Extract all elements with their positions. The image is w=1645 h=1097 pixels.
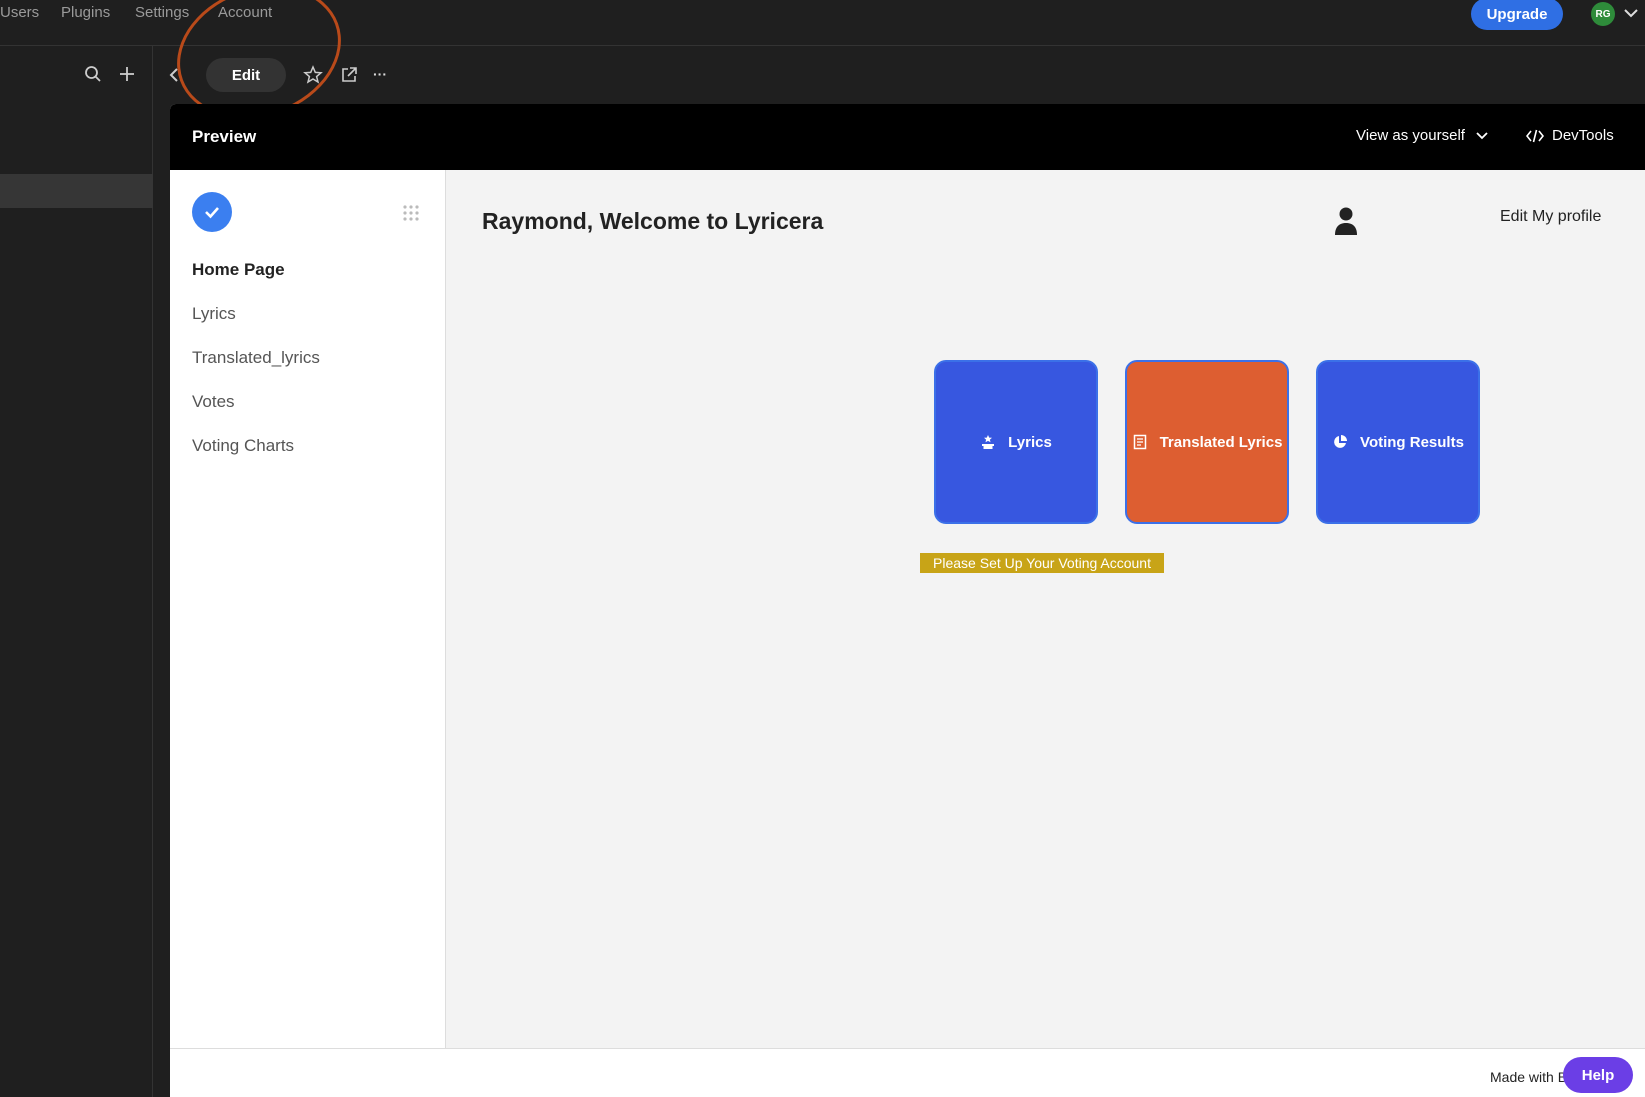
tile-lyrics[interactable]: Lyrics [934,360,1098,524]
tile-voting-results[interactable]: Voting Results [1316,360,1480,524]
page-title: Raymond, Welcome to Lyricera [482,208,824,234]
setup-voting-banner[interactable]: Please Set Up Your Voting Account [920,553,1164,573]
app-sidebar: Home Page Lyrics Translated_lyrics Votes… [170,170,446,1048]
preview-footer: Made with B Help [170,1048,1645,1097]
tile-translated-lyrics[interactable]: Translated Lyrics [1125,360,1289,524]
made-with-label[interactable]: Made with B [1490,1069,1567,1085]
upgrade-button[interactable]: Upgrade [1471,0,1563,30]
chevron-down-icon [1476,131,1488,139]
devtools-button[interactable]: DevTools [1526,127,1614,144]
checkmark-icon [205,207,219,219]
nav-item-votes[interactable]: Votes [192,392,235,412]
nav-account[interactable]: Account [218,4,272,21]
help-button[interactable]: Help [1563,1057,1633,1093]
nav-users[interactable]: Users [0,4,39,21]
nav-item-lyrics[interactable]: Lyrics [192,304,236,324]
preview-title: Preview [192,127,257,146]
more-options-icon[interactable]: ··· [373,66,391,84]
back-arrow-icon[interactable] [167,66,185,84]
pie-chart-icon [1334,435,1348,448]
editor-toolbar: Edit ··· [153,46,1645,104]
nav-item-home-page[interactable]: Home Page [192,260,285,280]
tile-label: Voting Results [1360,433,1464,451]
nav-plugins[interactable]: Plugins [61,4,110,21]
nav-item-voting-charts[interactable]: Voting Charts [192,436,294,456]
editor-sidebar [0,46,153,1097]
edit-button[interactable]: Edit [206,58,286,92]
view-as-dropdown[interactable]: View as yourself [1356,127,1489,144]
tile-label: Lyrics [1008,433,1052,451]
preview-header: Preview View as yourself DevTools [170,104,1645,170]
star-icon[interactable] [303,65,323,85]
external-link-icon[interactable] [340,66,358,84]
edit-profile-link[interactable]: Edit My profile [1500,208,1601,226]
tile-label: Translated Lyrics [1159,433,1283,451]
sidebar-selected-item[interactable] [0,174,153,208]
avatar[interactable]: RG [1591,2,1615,26]
main-content: Raymond, Welcome to Lyricera Edit My pro… [446,170,1645,1048]
preview-frame: Preview View as yourself DevTools Home P… [170,104,1645,1097]
nav-settings[interactable]: Settings [135,4,189,21]
app-logo[interactable] [192,192,232,232]
user-icon[interactable] [1333,206,1359,236]
code-icon [1526,129,1544,142]
top-nav: Users Plugins Settings Account Upgrade R… [0,0,1645,46]
devtools-label: DevTools [1552,127,1614,144]
apps-grid-icon[interactable] [402,204,420,222]
view-as-label: View as yourself [1356,127,1465,144]
search-icon[interactable] [84,65,102,83]
document-list-icon [1133,434,1146,450]
chevron-down-icon[interactable] [1622,4,1640,22]
nav-item-translated-lyrics[interactable]: Translated_lyrics [192,348,320,368]
plus-icon[interactable] [118,65,136,83]
pedestal-icon [982,435,995,449]
